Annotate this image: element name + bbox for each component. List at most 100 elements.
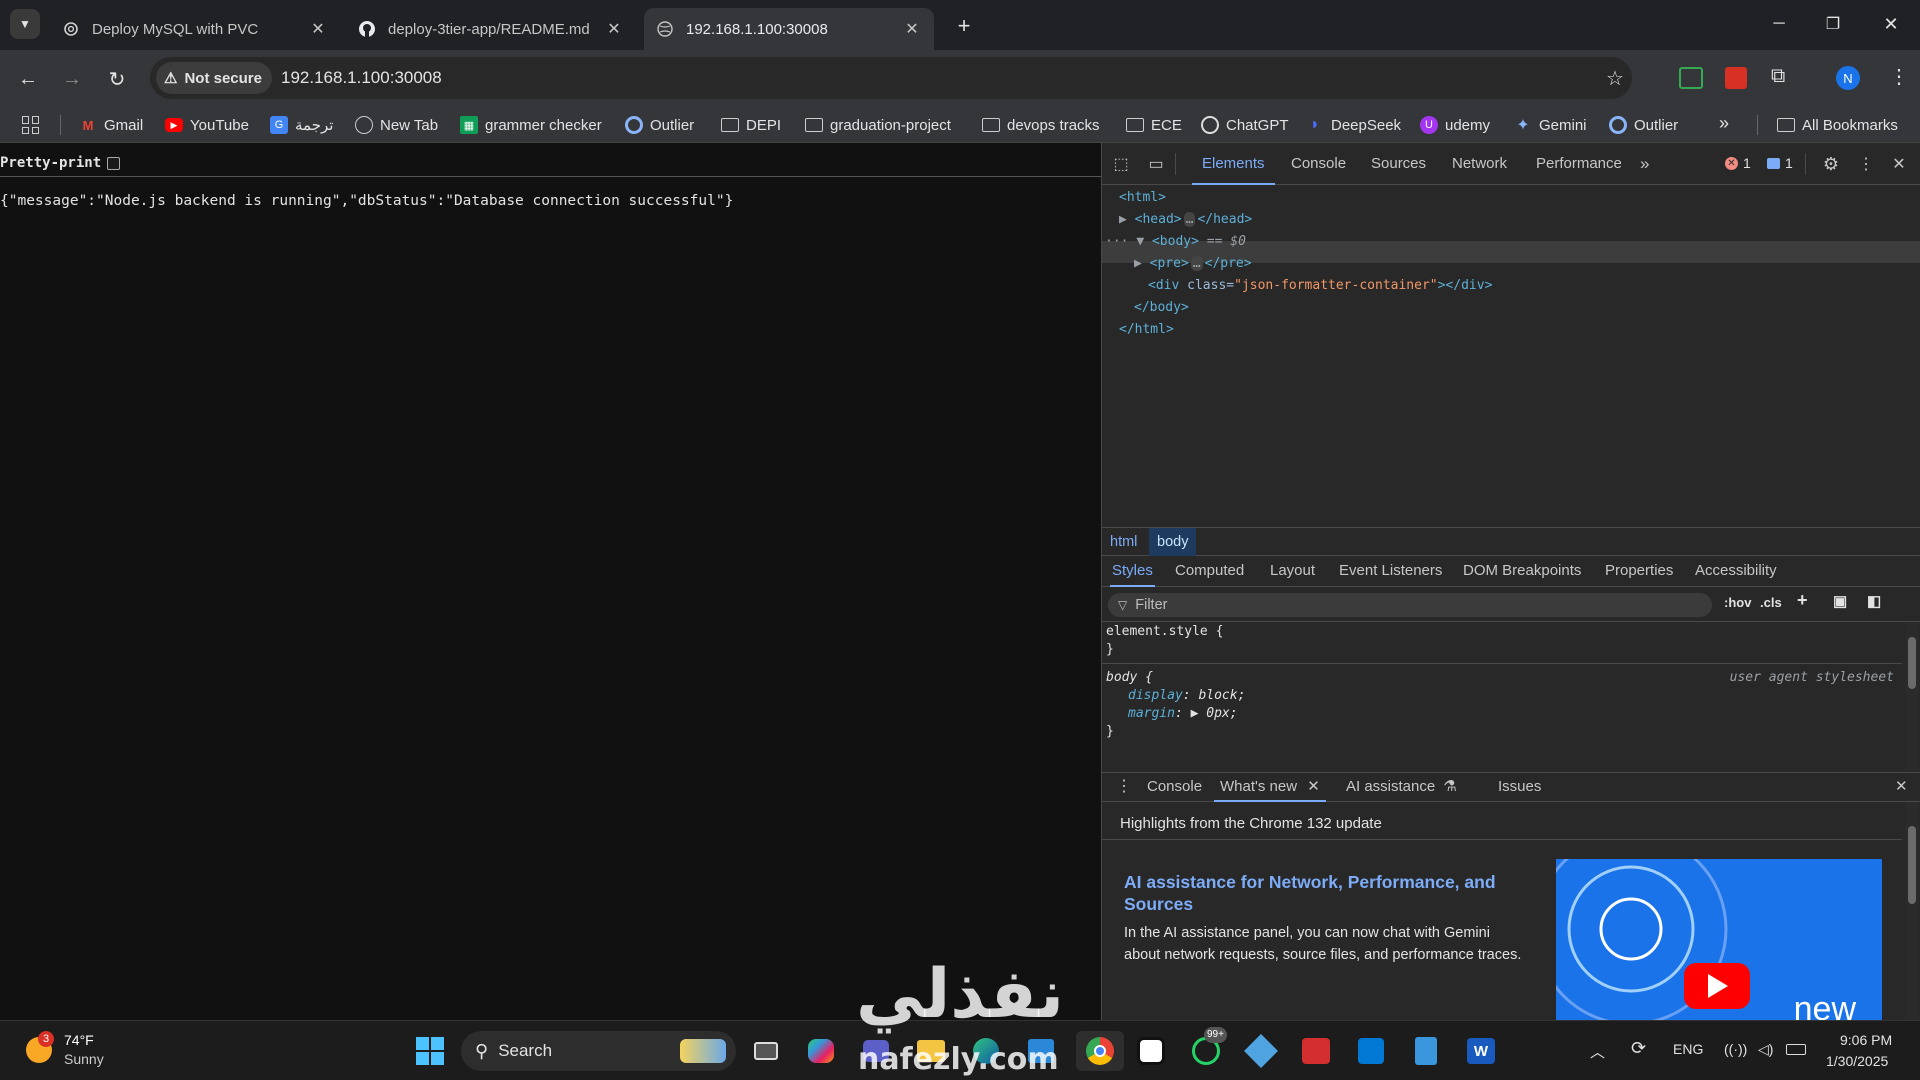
- breadcrumb-body[interactable]: body: [1149, 528, 1197, 556]
- subtab-properties[interactable]: Properties: [1605, 556, 1673, 587]
- breadcrumb-html[interactable]: html: [1102, 528, 1145, 556]
- node-actions-icon[interactable]: ···: [1105, 234, 1136, 249]
- address-bar[interactable]: ⚠ Not secure 192.168.1.100:30008 ☆: [150, 57, 1632, 99]
- chrome-menu-icon[interactable]: ⋮: [1889, 64, 1909, 89]
- copilot-icon[interactable]: [801, 1031, 841, 1071]
- clock-time[interactable]: 9:06 PM: [1840, 1032, 1892, 1048]
- devtools-tab-sources[interactable]: Sources: [1371, 143, 1426, 185]
- forward-button[interactable]: →: [57, 64, 87, 94]
- browser-tab-1[interactable]: deploy-3tier-app/README.md ✕: [346, 8, 636, 50]
- chatgpt-app-icon[interactable]: [1131, 1031, 1171, 1071]
- star-icon[interactable]: ☆: [1606, 66, 1624, 91]
- vscode-icon[interactable]: [1351, 1031, 1391, 1071]
- bookmark-outlier-2[interactable]: Outlier: [1609, 113, 1678, 137]
- cls-toggle[interactable]: .cls: [1760, 595, 1782, 610]
- drawer-tab-issues[interactable]: Issues: [1498, 773, 1541, 802]
- bookmark-deepseek[interactable]: ◗ DeepSeek: [1306, 113, 1401, 137]
- bookmark-folder-devops[interactable]: devops tracks: [982, 113, 1100, 137]
- drawer-menu-icon[interactable]: ⋮: [1116, 773, 1132, 802]
- device-toolbar-icon[interactable]: ▭: [1145, 153, 1167, 175]
- close-window-button[interactable]: ✕: [1862, 0, 1920, 48]
- bookmark-outlier[interactable]: Outlier: [625, 113, 694, 137]
- terminal-app-icon[interactable]: [1296, 1031, 1336, 1071]
- taskbar-search[interactable]: ⚲ Search: [461, 1031, 736, 1071]
- profile-avatar[interactable]: N: [1836, 66, 1860, 90]
- bookmark-gemini[interactable]: ✦ Gemini: [1514, 113, 1586, 137]
- sync-icon[interactable]: ⟳: [1631, 1038, 1646, 1059]
- subtab-event-listeners[interactable]: Event Listeners: [1339, 556, 1442, 587]
- browser-tab-2[interactable]: 192.168.1.100:30008 ✕: [644, 8, 934, 50]
- minimize-button[interactable]: ─: [1750, 0, 1808, 48]
- close-tab-icon[interactable]: ✕: [902, 19, 922, 39]
- browser-tab-0[interactable]: Deploy MySQL with PVC ✕: [50, 8, 340, 50]
- collapsed-ellipsis[interactable]: …: [1183, 212, 1196, 227]
- add-rule-icon[interactable]: +: [1797, 590, 1808, 611]
- drawer-scrollbar[interactable]: [1905, 802, 1919, 1021]
- weather-widget[interactable]: 3 74°F Sunny: [24, 1031, 124, 1071]
- devtools-menu-icon[interactable]: ⋮: [1855, 153, 1877, 175]
- feature-title-link[interactable]: AI assistance for Network, Performance, …: [1124, 871, 1504, 915]
- dom-node-pre[interactable]: ▶ <pre>… </pre>: [1134, 253, 1252, 275]
- expand-triangle-icon[interactable]: ▶: [1191, 706, 1207, 721]
- bookmark-folder-graduation[interactable]: graduation-project: [805, 113, 951, 137]
- subtab-computed[interactable]: Computed: [1175, 556, 1244, 587]
- scrollbar-thumb[interactable]: [1908, 637, 1916, 689]
- bookmark-translate[interactable]: G ترجمة: [270, 113, 333, 137]
- paint-icon[interactable]: ▣: [1833, 592, 1847, 610]
- bookmark-gmail[interactable]: M Gmail: [79, 113, 144, 137]
- back-button[interactable]: ←: [13, 64, 43, 94]
- expand-triangle-icon[interactable]: ▼: [1136, 234, 1152, 249]
- wifi-icon[interactable]: ((·)): [1724, 1041, 1747, 1057]
- close-tab-icon[interactable]: ✕: [604, 19, 624, 39]
- toggle-sidebar-icon[interactable]: ◧: [1867, 592, 1881, 610]
- all-bookmarks-button[interactable]: All Bookmarks: [1777, 113, 1898, 137]
- close-tab-icon[interactable]: ✕: [308, 19, 328, 39]
- styles-scrollbar[interactable]: [1905, 623, 1919, 771]
- inspect-element-icon[interactable]: ⬚: [1110, 153, 1132, 175]
- dom-node-head[interactable]: ▶ <head>… </head>: [1119, 209, 1252, 231]
- devtools-tab-network[interactable]: Network: [1452, 143, 1507, 185]
- bookmark-new-tab[interactable]: New Tab: [355, 113, 438, 137]
- expand-triangle-icon[interactable]: ▶: [1119, 212, 1135, 227]
- bookmark-chatgpt[interactable]: ChatGPT: [1201, 113, 1289, 137]
- start-button[interactable]: [410, 1031, 450, 1071]
- pretty-print-toggle[interactable]: Pretty-print: [0, 155, 121, 171]
- more-tabs-icon[interactable]: »: [1640, 143, 1649, 185]
- dom-node-body[interactable]: ··· ▼ <body> == $0: [1105, 231, 1246, 253]
- show-hidden-icons[interactable]: ︿: [1590, 1041, 1605, 1062]
- bookmark-youtube[interactable]: ▶ YouTube: [165, 113, 249, 137]
- style-declaration[interactable]: margin: ▶ 0px;: [1128, 705, 1238, 723]
- subtab-dom-breakpoints[interactable]: DOM Breakpoints: [1463, 556, 1581, 587]
- reload-button[interactable]: ↻: [102, 64, 132, 94]
- word-icon[interactable]: W: [1461, 1031, 1501, 1071]
- bookmark-folder-ece[interactable]: ECE: [1126, 113, 1182, 137]
- error-count[interactable]: ✕ 1: [1725, 155, 1751, 171]
- collapsed-ellipsis[interactable]: …: [1190, 256, 1203, 271]
- tab-search-button[interactable]: ▼: [10, 9, 40, 39]
- subtab-layout[interactable]: Layout: [1270, 556, 1315, 587]
- clock-date[interactable]: 1/30/2025: [1826, 1053, 1888, 1069]
- hov-toggle[interactable]: :hov: [1724, 595, 1751, 610]
- close-devtools-icon[interactable]: ✕: [1888, 153, 1910, 175]
- more-bookmarks-icon[interactable]: »: [1719, 113, 1729, 134]
- message-count[interactable]: 1: [1767, 155, 1793, 171]
- subtab-accessibility[interactable]: Accessibility: [1695, 556, 1777, 587]
- whatsapp-icon[interactable]: 99+: [1186, 1027, 1227, 1071]
- feature-video-thumbnail[interactable]: new: [1556, 859, 1882, 1021]
- body-rule-selector[interactable]: body {: [1106, 669, 1153, 687]
- security-chip[interactable]: ⚠ Not secure: [156, 62, 272, 94]
- subtab-styles[interactable]: Styles: [1110, 556, 1155, 587]
- dom-node-div[interactable]: <div class="json-formatter-container"></…: [1148, 275, 1492, 297]
- volume-icon[interactable]: ◁): [1758, 1041, 1773, 1058]
- virtualbox-icon[interactable]: [1241, 1031, 1281, 1071]
- chrome-taskbar-icon[interactable]: [1076, 1031, 1124, 1071]
- drawer-tab-whats-new[interactable]: What's new ✕: [1214, 773, 1326, 802]
- new-tab-button[interactable]: +: [950, 12, 978, 40]
- scrollbar-thumb[interactable]: [1908, 826, 1916, 904]
- bookmark-udemy[interactable]: U udemy: [1420, 113, 1490, 137]
- style-declaration[interactable]: display: block;: [1128, 687, 1245, 705]
- cast-extension-icon[interactable]: [1679, 67, 1703, 89]
- filter-input[interactable]: ▽ Filter: [1108, 593, 1712, 617]
- expand-triangle-icon[interactable]: ▶: [1134, 256, 1150, 271]
- bookmark-grammer-checker[interactable]: ▦ grammer checker: [460, 113, 602, 137]
